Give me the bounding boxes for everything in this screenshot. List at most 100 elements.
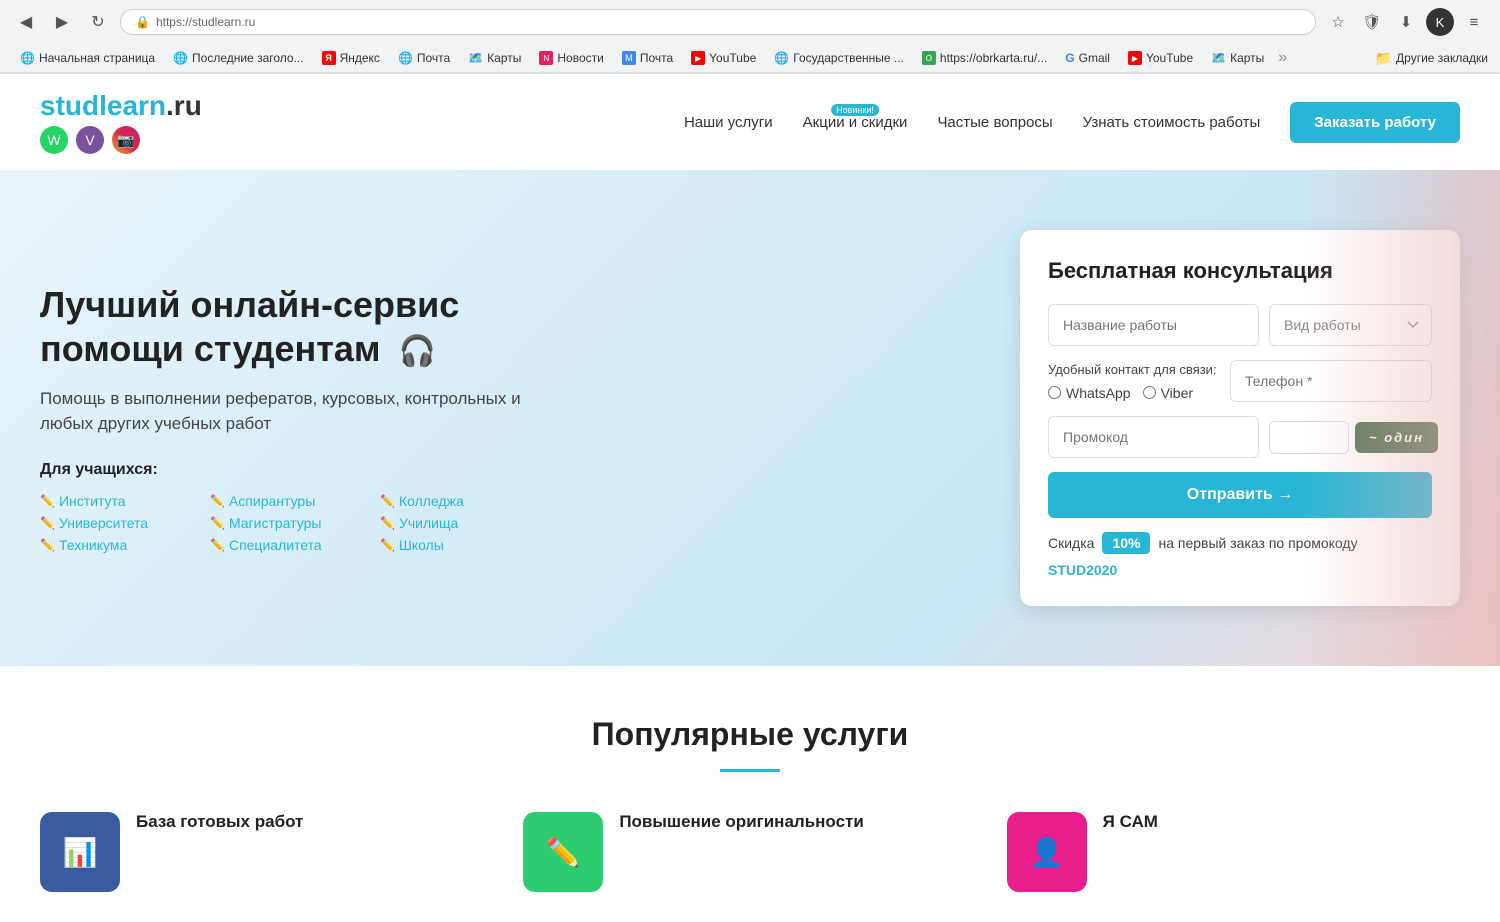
service-title-3: Я САМ [1103, 812, 1158, 832]
bookmark-label: https://obrkarta.ru/... [940, 51, 1047, 65]
bookmark-label: Яндекс [340, 51, 380, 65]
services-row: 📊 База готовых работ ✏️ Повышение оригин… [40, 812, 1460, 892]
globe-icon: 🌐 [20, 51, 35, 65]
list-item-university: Университета [40, 515, 200, 531]
list-item-specialist: Специалитета [210, 537, 370, 553]
service-card-2: ✏️ Повышение оригинальности [523, 812, 976, 892]
order-button[interactable]: Заказать работу [1290, 102, 1460, 143]
service-card-3: 👤 Я САМ [1007, 812, 1460, 892]
obrkarta-icon: O [922, 51, 936, 65]
url-bar[interactable]: 🔒 https://studlearn.ru [120, 9, 1316, 35]
bookmark-youtube1[interactable]: ▶ YouTube [683, 48, 764, 68]
service-icon-glyph-1: 📊 [63, 836, 98, 869]
promo-code-label: STUD2020 [1048, 562, 1117, 578]
nav-promotions[interactable]: Акции и скидки Новинки! [803, 114, 908, 131]
bookmark-label: YouTube [1146, 51, 1193, 65]
whatsapp-radio-input[interactable] [1048, 386, 1061, 399]
service-info-2: Повышение оригинальности [619, 812, 863, 838]
globe-icon: 🌐 [173, 51, 188, 65]
nav-services[interactable]: Наши услуги [684, 114, 773, 131]
shield-button[interactable]: 🛡 [1358, 8, 1386, 36]
logo-link[interactable]: studlearn.ru [40, 90, 202, 122]
hero-title: Лучший онлайн-сервис помощи студентам 🎧 [40, 283, 540, 369]
site-header: studlearn.ru W V 📷 Наши услуги Акции и с… [0, 74, 1500, 170]
star-button[interactable]: ☆ [1324, 8, 1352, 36]
bookmark-maps1[interactable]: 🗺️ Карты [460, 48, 529, 68]
bookmark-label: Последние заголо... [192, 51, 304, 65]
whatsapp-icon[interactable]: W [40, 126, 68, 154]
bookmark-gov[interactable]: 🌐 Государственные ... [766, 48, 912, 68]
hero-list: Института Аспирантуры Колледжа Университ… [40, 493, 540, 553]
service-card-1: 📊 База готовых работ [40, 812, 493, 892]
nav-price[interactable]: Узнать стоимость работы [1083, 114, 1261, 131]
viber-radio-input[interactable] [1143, 386, 1156, 399]
bookmark-label: Почта [640, 51, 673, 65]
back-button[interactable]: ◀ [12, 8, 40, 36]
browser-actions: ☆ 🛡 ⬇ K ≡ [1324, 8, 1488, 36]
radio-group: WhatsApp Viber [1048, 385, 1220, 401]
viber-radio[interactable]: Viber [1143, 385, 1193, 401]
profile-button[interactable]: K [1426, 8, 1454, 36]
google-icon: G [1065, 51, 1074, 65]
service-title-1: База готовых работ [136, 812, 303, 832]
bookmark-label: Новости [557, 51, 603, 65]
service-icon-2: ✏️ [523, 812, 603, 892]
nav-promotions-label: Акции и скидки [803, 114, 908, 131]
refresh-button[interactable]: ↻ [84, 8, 112, 36]
contact-left: Удобный контакт для связи: WhatsApp Vibe… [1048, 362, 1220, 401]
instagram-icon[interactable]: 📷 [112, 126, 140, 154]
bookmark-yandex[interactable]: Я Яндекс [314, 48, 388, 68]
other-bookmarks-label: Другие закладки [1396, 51, 1488, 65]
bookmark-maps2[interactable]: 🗺️ Карты [1203, 48, 1272, 68]
discount-badge: 10% [1102, 532, 1150, 554]
bookmark-label: Начальная страница [39, 51, 155, 65]
menu-button[interactable]: ≡ [1460, 8, 1488, 36]
logo-dark: .ru [166, 90, 202, 121]
popular-title: Популярные услуги [40, 716, 1460, 753]
hero-section: Лучший онлайн-сервис помощи студентам 🎧 … [0, 170, 1500, 666]
bookmark-gmail[interactable]: G Gmail [1057, 48, 1118, 68]
viber-label: Viber [1161, 385, 1193, 401]
bookmark-mail1[interactable]: 🌐 Почта [390, 48, 458, 68]
list-item-school: Школы [380, 537, 540, 553]
bookmark-home[interactable]: 🌐 Начальная страница [12, 48, 163, 68]
other-bookmarks[interactable]: 📁 Другие закладки [1375, 50, 1488, 67]
bookmark-label: Карты [1230, 51, 1264, 65]
bookmark-news[interactable]: N Новости [531, 48, 611, 68]
globe-icon: 🌐 [774, 51, 789, 65]
mail-icon: M [622, 51, 636, 65]
bookmark-label: YouTube [709, 51, 756, 65]
service-icon-3: 👤 [1007, 812, 1087, 892]
whatsapp-label: WhatsApp [1066, 385, 1131, 401]
social-icons: W V 📷 [40, 126, 202, 154]
viber-icon[interactable]: V [76, 126, 104, 154]
hero-bg-decoration [1300, 170, 1500, 666]
service-info-3: Я САМ [1103, 812, 1158, 838]
forward-button[interactable]: ▶ [48, 8, 76, 36]
download-button[interactable]: ⬇ [1392, 8, 1420, 36]
promotions-badge: Новинки! [831, 104, 879, 116]
promo-input[interactable] [1048, 416, 1259, 458]
logo-area: studlearn.ru W V 📷 [40, 90, 202, 154]
bookmark-recent[interactable]: 🌐 Последние заголо... [165, 48, 312, 68]
whatsapp-radio[interactable]: WhatsApp [1048, 385, 1131, 401]
hero-subtitle: Помощь в выполнении рефератов, курсовых,… [40, 386, 540, 437]
headphones-icon: 🎧 [399, 335, 436, 368]
bookmark-youtube2[interactable]: ▶ YouTube [1120, 48, 1201, 68]
more-bookmarks-icon[interactable]: » [1274, 49, 1291, 67]
section-divider [720, 769, 780, 772]
bookmark-mail2[interactable]: M Почта [614, 48, 681, 68]
news-icon: N [539, 51, 553, 65]
list-item-institut: Института [40, 493, 200, 509]
nav-services-label: Наши услуги [684, 114, 773, 131]
bookmark-obrkarta[interactable]: O https://obrkarta.ru/... [914, 48, 1055, 68]
bookmarks-bar: 🌐 Начальная страница 🌐 Последние заголо.… [0, 44, 1500, 73]
service-icon-glyph-2: ✏️ [546, 836, 581, 869]
nav-faq[interactable]: Частые вопросы [937, 114, 1052, 131]
work-name-input[interactable] [1048, 304, 1259, 346]
maps-icon: 🗺️ [468, 51, 483, 65]
youtube-icon: ▶ [1128, 51, 1142, 65]
bookmark-label: Почта [417, 51, 450, 65]
globe-icon: 🌐 [398, 51, 413, 65]
logo-blue: studlearn [40, 90, 166, 121]
